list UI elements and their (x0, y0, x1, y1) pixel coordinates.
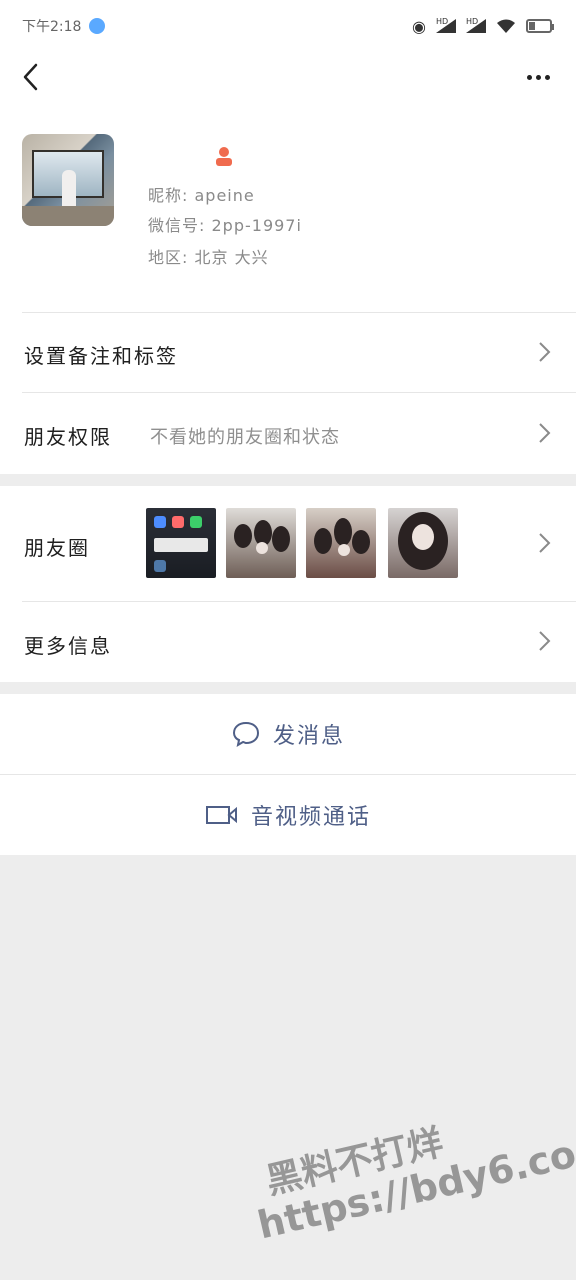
status-bar: 下午2:18 ◉ HD HD (0, 0, 576, 52)
profile-settings-group: 设置备注和标签 朋友权限 不看她的朋友圈和状态 (0, 312, 576, 474)
more-dots-icon (526, 74, 532, 80)
nickname-line: 昵称: apeine (148, 186, 255, 205)
chevron-right-icon (539, 631, 551, 651)
video-camera-icon (205, 806, 237, 824)
moments-thumbnail-3 (306, 508, 376, 578)
video-call-button[interactable]: 音视频通话 (0, 775, 576, 855)
moments-row[interactable]: 朋友圈 (0, 486, 576, 601)
status-left: 下午2:18 (22, 16, 106, 36)
remark-and-tags-label: 设置备注和标签 (24, 344, 178, 368)
female-icon (216, 147, 232, 166)
remark-and-tags-row[interactable]: 设置备注和标签 (0, 312, 576, 392)
app-notification-icon (89, 18, 106, 34)
more-info-row[interactable]: 更多信息 (0, 602, 576, 682)
signal-icon-2: HD (466, 17, 486, 33)
status-right: ◉ HD HD (412, 16, 554, 36)
wifi-icon (497, 19, 515, 33)
profile-card: 昵称: apeine 微信号: 2pp-1997i 地区: 北京 大兴 (0, 102, 576, 312)
moments-group: 朋友圈 更多信息 (0, 486, 576, 682)
avatar[interactable] (22, 134, 114, 226)
chevron-right-icon (539, 533, 551, 553)
chat-bubble-icon (232, 721, 259, 748)
moments-label: 朋友圈 (24, 536, 90, 560)
chevron-right-icon (539, 423, 551, 443)
watermark: 黑料不打烊 https://bdy6.co (245, 1095, 576, 1247)
media-icon: ◉ (412, 16, 426, 36)
more-info-label: 更多信息 (24, 634, 112, 658)
battery-icon (526, 19, 554, 33)
back-button[interactable] (16, 60, 46, 94)
chevron-left-icon (23, 63, 38, 91)
moments-thumbnail-4 (388, 508, 458, 578)
moments-thumbnail-1 (146, 508, 216, 578)
region-line: 地区: 北京 大兴 (148, 248, 269, 267)
send-message-label: 发消息 (272, 724, 345, 749)
moments-thumbnail-2 (226, 508, 296, 578)
friend-permission-label: 朋友权限 (24, 425, 112, 449)
status-time: 下午2:18 (22, 19, 82, 35)
video-call-label: 音视频通话 (250, 805, 371, 830)
more-button[interactable] (522, 64, 554, 90)
top-navigation (0, 52, 576, 102)
send-message-button[interactable]: 发消息 (0, 694, 576, 774)
friend-permission-value: 不看她的朋友圈和状态 (150, 427, 340, 448)
chevron-right-icon (539, 342, 551, 362)
friend-permission-row[interactable]: 朋友权限 不看她的朋友圈和状态 (0, 393, 576, 474)
signal-icon-1: HD (436, 17, 456, 33)
wechat-id-line: 微信号: 2pp-1997i (148, 216, 302, 235)
